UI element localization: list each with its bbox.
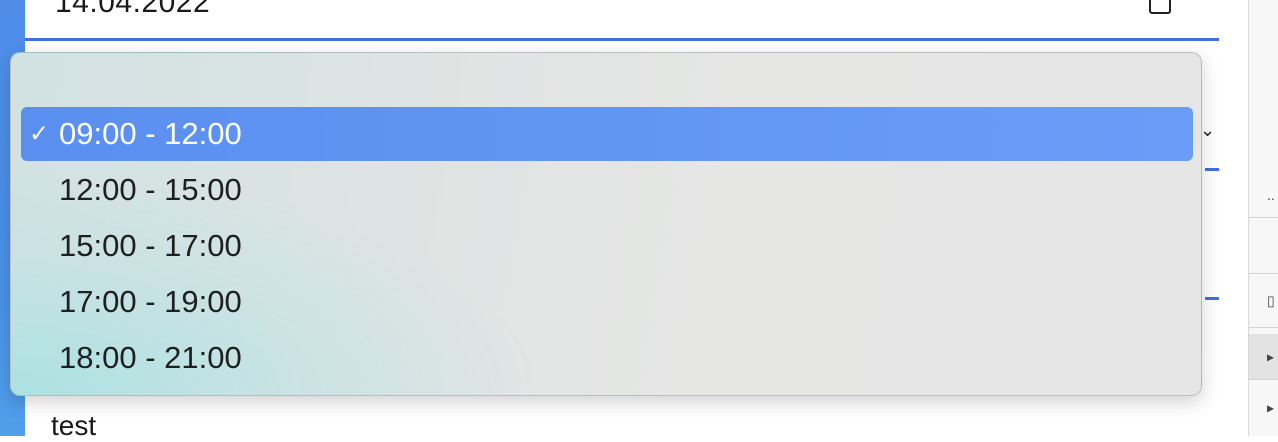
time-slot-option[interactable]: 12:00 - 15:00 xyxy=(21,163,1193,217)
time-slot-label: 15:00 - 17:00 xyxy=(59,228,242,263)
side-row-label: ▯ xyxy=(1267,292,1275,308)
time-slot-dropdown[interactable]: ✓ 09:00 - 12:00 12:00 - 15:00 15:00 - 17… xyxy=(10,52,1202,396)
time-slot-option[interactable]: ✓ 09:00 - 12:00 xyxy=(21,107,1193,161)
expand-arrow-icon: ▸ xyxy=(1267,348,1275,364)
time-slot-label: 17:00 - 19:00 xyxy=(59,284,242,319)
side-panel-row[interactable]: ▸ xyxy=(1249,380,1278,436)
time-slot-label: 18:00 - 21:00 xyxy=(59,340,242,375)
time-select-underline xyxy=(1205,168,1219,171)
chevron-down-icon[interactable]: ⌄ xyxy=(1200,120,1215,141)
side-panel-row[interactable]: .. xyxy=(1249,172,1278,218)
side-panel: .. ▯ ▸ ▸ xyxy=(1248,0,1278,436)
time-slot-label: 09:00 - 12:00 xyxy=(59,116,242,151)
time-slot-option[interactable]: 17:00 - 19:00 xyxy=(21,275,1193,329)
checkmark-icon: ✓ xyxy=(29,120,50,148)
time-slot-label: 12:00 - 15:00 xyxy=(59,172,242,207)
calendar-icon[interactable] xyxy=(1149,0,1171,14)
comment-text: test xyxy=(51,410,97,441)
time-slot-option[interactable]: 15:00 - 17:00 xyxy=(21,219,1193,273)
side-panel-row[interactable] xyxy=(1249,218,1278,274)
date-value: 14.04.2022 xyxy=(55,0,211,19)
field-underline xyxy=(1205,297,1219,300)
date-field[interactable]: 14.04.2022 xyxy=(25,0,1219,41)
side-panel-row[interactable]: ▸ xyxy=(1249,334,1278,380)
time-slot-option[interactable]: 18:00 - 21:00 xyxy=(21,331,1193,385)
expand-arrow-icon: ▸ xyxy=(1267,399,1275,416)
side-row-label: .. xyxy=(1267,186,1275,203)
side-panel-row[interactable]: ▯ xyxy=(1249,274,1278,328)
